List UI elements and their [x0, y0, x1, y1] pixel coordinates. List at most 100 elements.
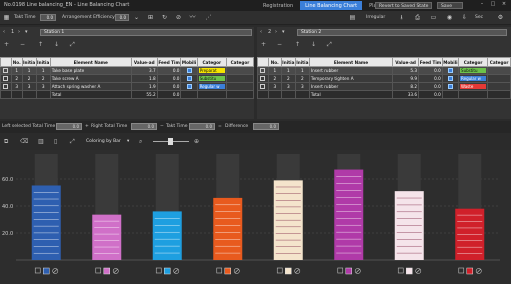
row-checkbox[interactable]: [3, 68, 9, 74]
mobility-checkbox[interactable]: [447, 68, 453, 74]
category-badge[interactable]: Waste: [460, 84, 487, 89]
dropdown-icon[interactable]: ▾: [25, 29, 28, 35]
column-header[interactable]: No.: [10, 57, 23, 67]
next-icon[interactable]: ›: [275, 29, 277, 35]
maximize-icon[interactable]: □: [490, 1, 496, 9]
takt-time-field[interactable]: 0.0: [40, 14, 56, 21]
row-checkbox[interactable]: [260, 76, 266, 82]
value-added-time[interactable]: 1.9: [130, 82, 158, 91]
zoom-in-icon[interactable]: ⊕: [194, 138, 199, 145]
move-up-icon[interactable]: ↑: [38, 41, 43, 48]
dropdown-icon[interactable]: ▾: [282, 29, 285, 35]
row-checkbox[interactable]: [260, 84, 266, 90]
time-unit-select[interactable]: Sec: [475, 15, 483, 20]
column-header[interactable]: Categor: [458, 57, 489, 67]
category-cell[interactable]: [225, 74, 255, 83]
column-header[interactable]: Value-ad: [392, 57, 420, 67]
category-cell[interactable]: [225, 82, 255, 91]
close-icon[interactable]: ×: [501, 1, 507, 9]
settings-icon[interactable]: ⚙: [496, 14, 505, 22]
category-cell[interactable]: [225, 66, 255, 75]
element-name[interactable]: Take screw A: [49, 74, 132, 83]
table-row[interactable]: 1 1 1 Take base plate 3.7 0.0 Preparat: [0, 66, 255, 75]
print-icon[interactable]: ⎙: [413, 14, 422, 22]
bar[interactable]: [31, 185, 61, 260]
bar[interactable]: [334, 169, 364, 260]
element-name[interactable]: Take base plate: [49, 66, 132, 75]
remove-icon[interactable]: −: [20, 41, 25, 48]
category-cell[interactable]: [487, 66, 511, 75]
feed-time[interactable]: 0.0: [156, 66, 182, 75]
category-cell[interactable]: [487, 82, 511, 91]
column-header[interactable]: [0, 57, 12, 67]
next-icon[interactable]: ›: [18, 29, 20, 35]
table-row[interactable]: 2 2 2 Take screw A 1.8 0.0 Substitu: [0, 74, 255, 83]
column-header[interactable]: Categor: [225, 57, 255, 67]
minimize-icon[interactable]: –: [479, 1, 485, 9]
table-row[interactable]: 1 1 1 Insert rubber 5.3 0.0 Substitu: [257, 66, 511, 75]
value-added-time[interactable]: 5.3: [392, 66, 420, 75]
column-header[interactable]: Mobili: [441, 57, 460, 67]
feed-time[interactable]: 0.0: [418, 66, 443, 75]
value-added-time[interactable]: 8.2: [392, 82, 420, 91]
chart-line-icon[interactable]: ⋰: [204, 14, 213, 22]
color-swatch-icon[interactable]: [103, 267, 110, 275]
revert-button[interactable]: Revert to Saved State: [375, 2, 433, 9]
column-header[interactable]: Feed Tim: [418, 57, 443, 67]
color-swatch-icon[interactable]: [285, 267, 292, 275]
bar[interactable]: [92, 214, 122, 260]
chevron-down-icon[interactable]: ⌄: [132, 14, 141, 22]
grid-icon[interactable]: ⊞: [146, 14, 155, 22]
add-icon[interactable]: +: [4, 41, 9, 48]
layout-icon[interactable]: ▤: [348, 14, 357, 22]
color-swatch-icon[interactable]: [345, 267, 352, 275]
zoom-icon[interactable]: ⌕: [139, 138, 142, 146]
chevron-down-icon[interactable]: ▾: [127, 139, 129, 144]
mobility-checkbox[interactable]: [447, 76, 453, 82]
category-badge[interactable]: Substitu: [198, 76, 225, 81]
prev-icon[interactable]: ‹: [260, 29, 262, 35]
row-checkbox[interactable]: [260, 68, 266, 74]
feed-time[interactable]: 0.0: [156, 82, 182, 91]
row-checkbox[interactable]: [3, 84, 9, 90]
column-header[interactable]: Categor: [196, 57, 227, 67]
column-header[interactable]: [257, 57, 269, 67]
bar[interactable]: [152, 211, 182, 260]
element-name[interactable]: Insert rubber: [308, 82, 394, 91]
element-name[interactable]: Insert rubber: [308, 66, 394, 75]
coloring-select[interactable]: Coloring by Bar: [86, 139, 121, 144]
grid-view-icon[interactable]: ▦: [2, 14, 11, 22]
color-swatch-icon[interactable]: [164, 267, 171, 275]
column-header[interactable]: Value-ad: [130, 57, 158, 67]
save-button[interactable]: Save: [437, 2, 463, 9]
color-swatch-icon[interactable]: [466, 267, 473, 275]
category-badge[interactable]: Regular w: [460, 76, 487, 81]
trend-icon[interactable]: 〰: [188, 14, 197, 22]
folder-icon[interactable]: ▭: [429, 14, 438, 22]
column-header[interactable]: Element Name: [308, 57, 394, 67]
category-badge[interactable]: Preparat: [198, 68, 225, 73]
expand-icon[interactable]: ⤢: [70, 138, 75, 146]
export-icon[interactable]: ⇩: [460, 14, 469, 22]
table-row[interactable]: 3 3 3 Attach spring washer A 1.9 0.0 Reg…: [0, 82, 255, 91]
camera-icon[interactable]: ◉: [445, 14, 454, 22]
remove-icon[interactable]: −: [277, 41, 282, 48]
element-name[interactable]: Attach spring washer A: [49, 82, 132, 91]
prev-icon[interactable]: ‹: [3, 29, 5, 35]
zoom-slider-handle[interactable]: [168, 138, 173, 145]
bar[interactable]: [213, 197, 243, 260]
feed-time[interactable]: 0.0: [418, 82, 443, 91]
row-checkbox[interactable]: [3, 76, 9, 82]
station-name-field[interactable]: Station 2: [297, 29, 507, 36]
feed-time[interactable]: 0.0: [156, 74, 182, 83]
expand-icon[interactable]: ⤢: [70, 41, 75, 49]
refresh-icon[interactable]: ↻: [160, 14, 169, 22]
mobility-checkbox[interactable]: [447, 84, 453, 90]
column-icon[interactable]: ▯: [54, 138, 57, 145]
column-header[interactable]: Initia: [21, 57, 37, 67]
column-header[interactable]: Initia: [35, 57, 51, 67]
timer-icon[interactable]: ⊘: [174, 14, 183, 22]
tab-line-balancing-chart[interactable]: Line Balancing Chart: [300, 1, 363, 10]
category-badge[interactable]: Regular w: [198, 84, 225, 89]
save-icon[interactable]: ⭳: [397, 14, 406, 22]
